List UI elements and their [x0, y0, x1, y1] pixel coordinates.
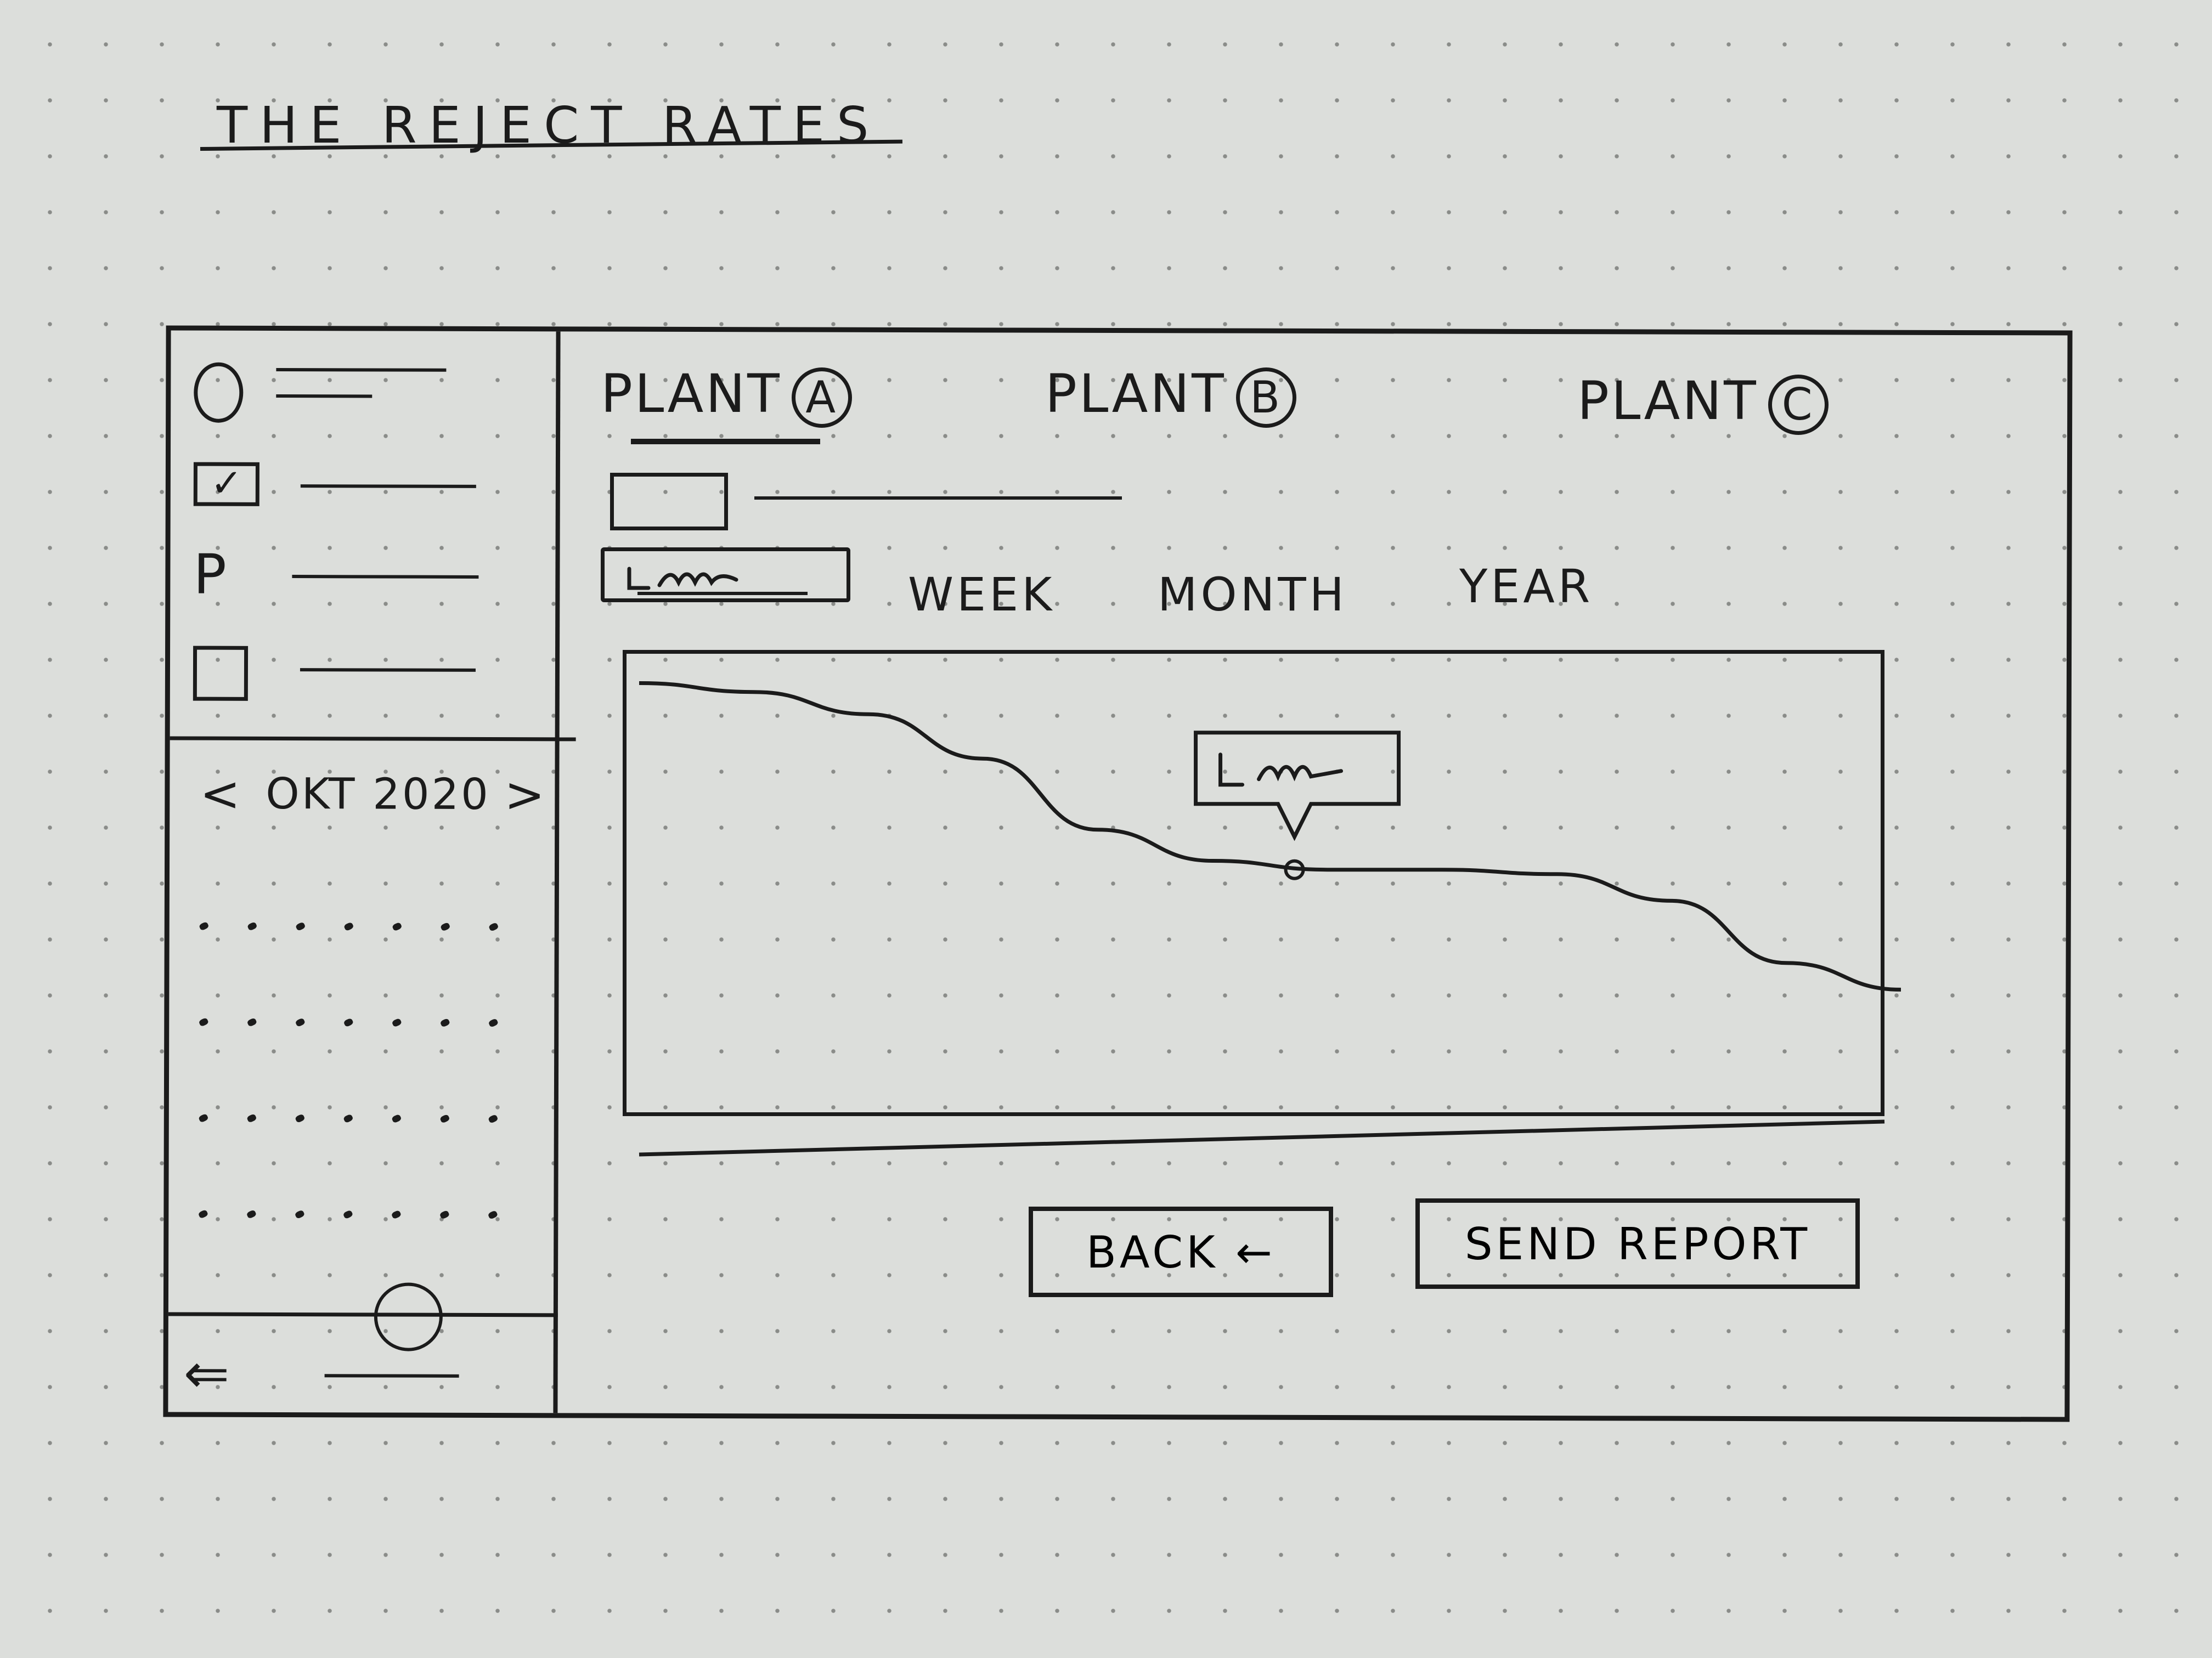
sidebar-divider: [170, 736, 576, 742]
tab-label: PLANT: [1045, 363, 1226, 425]
period-tab-selected[interactable]: [601, 547, 850, 602]
calendar-day[interactable]: [295, 1113, 306, 1123]
tab-label: PLANT: [1577, 370, 1758, 432]
sidebar-item-3[interactable]: P: [193, 542, 544, 614]
calendar-day[interactable]: [198, 1113, 209, 1123]
sidebar-item-sublabel: [276, 394, 373, 398]
plant-b-badge: B: [1235, 367, 1296, 428]
calendar-day[interactable]: [295, 1017, 306, 1027]
calendar-day[interactable]: [295, 921, 306, 931]
calendar-day[interactable]: [391, 1209, 402, 1220]
series-line: [639, 681, 1901, 992]
sidebar-item-4[interactable]: [193, 646, 544, 713]
sidebar-footer: ⇐: [168, 1312, 558, 1423]
tab-plant-a[interactable]: PLANT A: [601, 363, 852, 428]
calendar-day[interactable]: [439, 1209, 450, 1220]
tab-plant-c[interactable]: PLANT C: [1577, 370, 1829, 435]
calendar-prev-button[interactable]: <: [200, 764, 240, 824]
tab-label: PLANT: [601, 363, 782, 425]
square-icon: [193, 646, 249, 701]
tab-week[interactable]: WEEK: [908, 568, 1055, 621]
logout-icon[interactable]: ⇐: [183, 1342, 229, 1406]
calendar-day[interactable]: [343, 1113, 354, 1124]
plant-a-badge: A: [791, 367, 852, 428]
calendar-day[interactable]: [198, 1017, 210, 1027]
sidebar-item-label: [300, 484, 476, 488]
scribble-icon: [627, 567, 808, 595]
calendar-day[interactable]: [391, 921, 403, 932]
calendar-day[interactable]: [439, 1113, 450, 1124]
calendar-day[interactable]: [342, 1209, 354, 1220]
sidebar-item-2[interactable]: ✓: [193, 461, 545, 529]
calendar-day[interactable]: [488, 1114, 499, 1124]
active-tab-underline: [631, 439, 820, 444]
sidebar: ✓ P < OKT 2020 > ⇐: [168, 330, 576, 1423]
calendar-day[interactable]: [488, 922, 499, 932]
calendar-day[interactable]: [294, 1209, 306, 1219]
calendar-day[interactable]: [439, 1017, 451, 1028]
calendar-day[interactable]: [343, 921, 354, 932]
tab-plant-b[interactable]: PLANT B: [1045, 363, 1296, 428]
calendar-day[interactable]: [487, 1210, 499, 1220]
x-axis-line: [639, 1119, 1885, 1157]
filter-input[interactable]: [610, 473, 728, 530]
sidebar-item-1[interactable]: [194, 357, 545, 424]
calendar-month-label: OKT 2020: [266, 769, 490, 820]
sidebar-item-label: [292, 575, 479, 579]
checkbox-checked-icon: ✓: [193, 461, 259, 506]
calendar: < OKT 2020 >: [198, 764, 545, 1220]
calendar-day[interactable]: [343, 1017, 354, 1028]
calendar-day[interactable]: [391, 1017, 403, 1028]
calendar-next-button[interactable]: >: [504, 765, 545, 825]
tab-month[interactable]: MONTH: [1158, 568, 1347, 621]
calendar-day[interactable]: [488, 1018, 499, 1028]
sidebar-item-label: [300, 668, 476, 672]
circle-icon: [194, 362, 244, 423]
tab-year[interactable]: YEAR: [1459, 559, 1593, 613]
calendar-header: < OKT 2020 >: [200, 764, 545, 825]
scribble-icon: [1218, 752, 1344, 787]
calendar-day[interactable]: [198, 1209, 209, 1219]
back-button[interactable]: BACK ←: [1029, 1207, 1333, 1297]
logout-label: [324, 1374, 459, 1378]
filter-label: [754, 496, 1122, 500]
send-report-button[interactable]: SEND REPORT: [1415, 1198, 1860, 1289]
calendar-day[interactable]: [439, 921, 451, 932]
sidebar-item-label: [276, 367, 447, 372]
plant-c-badge: C: [1768, 374, 1829, 435]
calendar-day[interactable]: [391, 1113, 402, 1124]
reject-rate-chart: [639, 681, 1901, 1157]
calendar-day[interactable]: [246, 1017, 258, 1027]
p-icon: P: [193, 542, 227, 607]
calendar-day[interactable]: [246, 1113, 257, 1123]
calendar-day[interactable]: [246, 921, 258, 931]
calendar-day[interactable]: [246, 1209, 257, 1219]
calendar-day[interactable]: [198, 921, 210, 931]
